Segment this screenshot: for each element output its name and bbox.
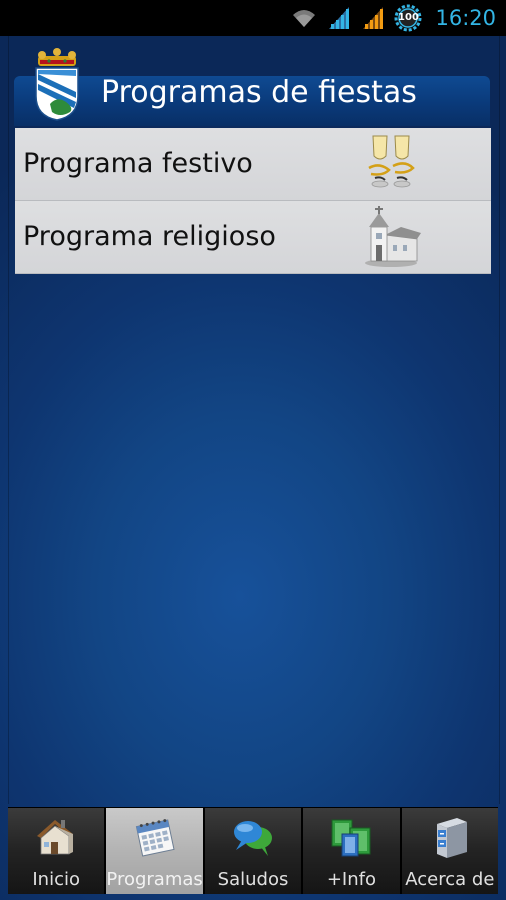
tab-label: Saludos (217, 869, 289, 890)
tab-inicio[interactable]: Inicio (8, 808, 107, 894)
tab-label: +Info (326, 869, 376, 890)
clock: 16:20 (435, 6, 496, 30)
champagne-glasses-icon (368, 135, 415, 188)
windows-icon (331, 819, 371, 857)
tab-label: Programas (106, 869, 203, 890)
list-item-programa-religioso[interactable]: Programa religioso (15, 201, 491, 274)
tab-acerca-de[interactable]: Acerca de (401, 808, 499, 894)
status-bar: 100 16:20 (0, 0, 506, 36)
page-title: Programas de fiestas (101, 75, 417, 110)
tab-label: Acerca de (405, 869, 495, 890)
list-item-programa-festivo[interactable]: Programa festivo (15, 128, 491, 201)
tab-info[interactable]: +Info (303, 808, 402, 894)
tab-programas[interactable]: Programas (106, 808, 205, 894)
coat-of-arms-icon (35, 48, 79, 121)
tab-saludos[interactable]: Saludos (204, 808, 304, 894)
battery-icon: 100 (393, 3, 423, 33)
house-icon (37, 820, 74, 855)
signal-icon (329, 7, 350, 29)
calendar-icon (135, 819, 175, 857)
cabinet-icon (436, 818, 467, 858)
bottom-tab-bar: Inicio Programas Saludos +Info Acerca de (8, 807, 499, 894)
wifi-icon (293, 10, 316, 27)
list-item-label: Programa religioso (23, 221, 276, 252)
battery-level: 100 (398, 12, 419, 23)
church-icon (365, 206, 421, 267)
signal-roaming-icon (363, 7, 384, 29)
tab-label: Inicio (32, 869, 81, 890)
speech-bubbles-icon (234, 821, 273, 856)
list-item-label: Programa festivo (23, 148, 253, 179)
program-list: Programa festivo Programa religioso (15, 128, 491, 274)
